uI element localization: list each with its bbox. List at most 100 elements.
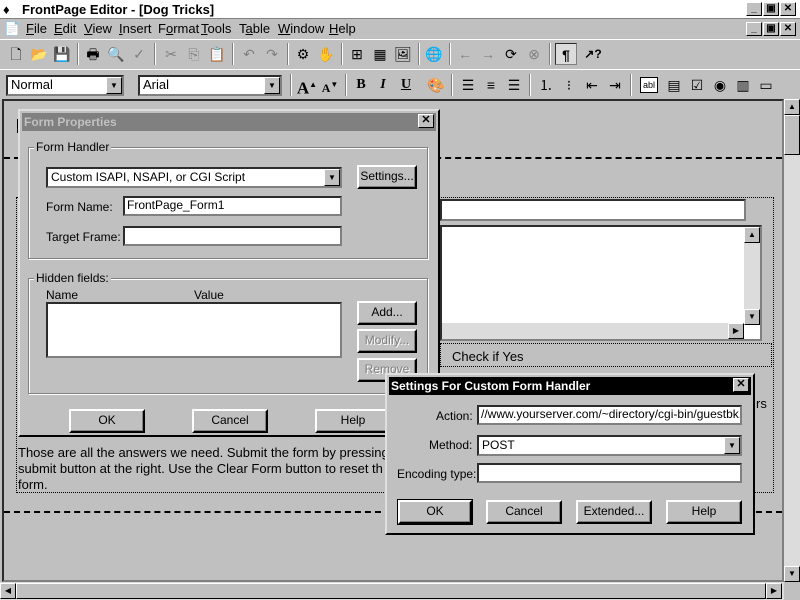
spelling-icon[interactable]: ✓: [128, 43, 150, 65]
checkbox-field-icon[interactable]: ☑: [686, 74, 708, 96]
open-icon[interactable]: 📂: [28, 43, 50, 65]
menu-view[interactable]: View: [84, 21, 112, 36]
increase-font-icon[interactable]: A▲: [296, 74, 318, 98]
chevron-down-icon[interactable]: ▼: [264, 77, 280, 94]
restore-button[interactable]: ▣: [763, 2, 779, 16]
italic-icon[interactable]: I: [372, 74, 394, 96]
radio-field-icon[interactable]: ◉: [709, 74, 731, 96]
increase-indent-icon[interactable]: ⇥: [604, 74, 626, 96]
menu-insert[interactable]: Insert: [119, 21, 152, 36]
underline-icon[interactable]: U: [395, 74, 417, 96]
hscroll-thumb[interactable]: [16, 583, 766, 599]
show-formatting-icon[interactable]: ¶: [555, 43, 577, 65]
textarea-scroll-right[interactable]: ▶: [728, 323, 744, 339]
table-icon[interactable]: ▦: [369, 43, 391, 65]
dropdown-field-icon[interactable]: ▥: [732, 74, 754, 96]
menu-window[interactable]: Window: [278, 21, 324, 36]
decrease-indent-icon[interactable]: ⇤: [581, 74, 603, 96]
font-select[interactable]: Arial ▼: [138, 75, 282, 96]
title-bar[interactable]: ♦ FrontPage Editor - [Dog Tricks] _ ▣ ✕: [0, 0, 800, 19]
document-icon[interactable]: 📄: [4, 21, 20, 37]
chevron-down-icon[interactable]: ▼: [324, 169, 340, 186]
scroll-thumb[interactable]: [784, 115, 800, 155]
chevron-down-icon[interactable]: ▼: [724, 437, 740, 454]
menu-table[interactable]: Table: [239, 21, 270, 36]
textbox-field-icon[interactable]: abl: [640, 77, 658, 93]
action-input[interactable]: //www.yourserver.com/~directory/cgi-bin/…: [477, 405, 742, 425]
scrolling-textbox-icon[interactable]: ▤: [663, 74, 685, 96]
scroll-left-button[interactable]: ◀: [0, 583, 16, 599]
menu-tools[interactable]: Tools: [201, 21, 231, 36]
form-handler-select[interactable]: Custom ISAPI, NSAPI, or CGI Script ▼: [46, 167, 342, 188]
form-name-input[interactable]: FrontPage_Form1: [123, 196, 342, 216]
style-select[interactable]: Normal ▼: [6, 75, 124, 96]
vertical-scrollbar[interactable]: ▲ ▼: [784, 99, 800, 582]
ok-button[interactable]: OK: [397, 499, 473, 525]
ok-button[interactable]: OK: [69, 409, 145, 433]
decrease-font-icon[interactable]: A▼: [319, 74, 341, 96]
print-preview-icon[interactable]: 🔍: [105, 43, 127, 65]
menu-file[interactable]: File: [26, 21, 47, 36]
form-wizard-icon[interactable]: ✋: [315, 43, 337, 65]
push-button-field-icon[interactable]: ▭: [755, 74, 777, 96]
help-button[interactable]: Help: [315, 409, 391, 433]
scroll-right-button[interactable]: ▶: [766, 583, 782, 599]
extended-button[interactable]: Extended...: [576, 500, 652, 524]
form-properties-title-bar[interactable]: Form Properties: [22, 113, 436, 131]
close-icon[interactable]: ✕: [733, 378, 749, 392]
refresh-icon[interactable]: ⟳: [500, 43, 522, 65]
app-icon[interactable]: ♦: [3, 2, 10, 17]
bulleted-list-icon[interactable]: ⁝: [558, 74, 580, 96]
paste-icon[interactable]: 📋: [206, 43, 228, 65]
add-button[interactable]: Add...: [357, 301, 417, 325]
menu-edit[interactable]: Edit: [54, 21, 76, 36]
text-field[interactable]: [440, 199, 746, 221]
minimize-button[interactable]: _: [746, 2, 762, 16]
doc-minimize-button[interactable]: _: [746, 22, 762, 36]
text-color-icon[interactable]: 🎨: [425, 74, 447, 96]
save-icon[interactable]: 💾: [51, 43, 73, 65]
copy-icon[interactable]: ⎘: [183, 43, 205, 65]
hyperlink-icon[interactable]: 🌐: [423, 43, 445, 65]
cancel-button[interactable]: Cancel: [486, 500, 562, 524]
doc-close-button[interactable]: ✕: [780, 22, 796, 36]
method-select[interactable]: POST ▼: [477, 435, 742, 456]
cancel-button[interactable]: Cancel: [192, 409, 268, 433]
scroll-up-button[interactable]: ▲: [784, 99, 800, 115]
new-icon[interactable]: 🗋: [5, 43, 27, 65]
align-left-icon[interactable]: ☰: [457, 74, 479, 96]
scroll-down-button[interactable]: ▼: [784, 566, 800, 582]
redo-icon[interactable]: ↷: [261, 43, 283, 65]
close-icon[interactable]: ✕: [418, 114, 434, 128]
close-button[interactable]: ✕: [780, 2, 796, 16]
help-pointer-icon[interactable]: ↗?: [582, 43, 604, 65]
webbot-icon[interactable]: ⚙: [292, 43, 314, 65]
align-center-icon[interactable]: ≡: [480, 74, 502, 96]
menu-help[interactable]: Help: [329, 21, 356, 36]
align-right-icon[interactable]: ☰: [503, 74, 525, 96]
modify-button[interactable]: Modify...: [357, 329, 417, 353]
horizontal-scrollbar[interactable]: ◀ ▶: [0, 582, 784, 600]
encoding-type-input[interactable]: [477, 463, 742, 483]
help-button[interactable]: Help: [666, 500, 742, 524]
target-frame-input[interactable]: [123, 226, 342, 246]
textarea-scroll-up[interactable]: ▲: [744, 227, 760, 243]
undo-icon[interactable]: ↶: [238, 43, 260, 65]
numbered-list-icon[interactable]: ⒈: [535, 74, 557, 96]
custom-handler-title-bar[interactable]: Settings For Custom Form Handler: [389, 377, 751, 395]
hierarchy-icon[interactable]: ⊞: [346, 43, 368, 65]
chevron-down-icon[interactable]: ▼: [106, 77, 122, 94]
textarea-scroll-down[interactable]: ▼: [744, 309, 760, 325]
print-icon[interactable]: 🖶: [82, 43, 104, 65]
doc-restore-button[interactable]: ▣: [763, 22, 779, 36]
scrolling-textarea[interactable]: ▲ ▼ ▶: [440, 225, 762, 341]
stop-icon[interactable]: ⊗: [523, 43, 545, 65]
bold-icon[interactable]: B: [350, 74, 372, 96]
menu-format[interactable]: Format: [158, 21, 199, 36]
back-icon[interactable]: ←: [454, 43, 476, 65]
settings-button[interactable]: Settings...: [357, 165, 417, 189]
hidden-fields-list[interactable]: [46, 302, 342, 358]
image-icon[interactable]: 🖼: [392, 43, 414, 65]
cut-icon[interactable]: ✂: [160, 43, 182, 65]
forward-icon[interactable]: →: [477, 43, 499, 65]
